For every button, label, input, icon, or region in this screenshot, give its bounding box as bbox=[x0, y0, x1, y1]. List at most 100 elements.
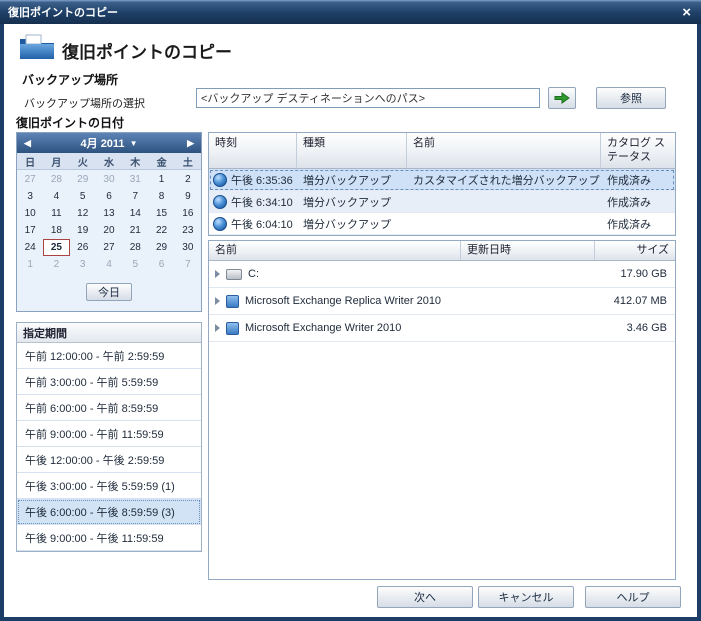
calendar-day[interactable]: 7 bbox=[122, 188, 148, 205]
window-title: 復旧ポイントのコピー bbox=[8, 4, 118, 20]
calendar-day[interactable]: 3 bbox=[17, 188, 43, 205]
browse-button[interactable]: 参照 bbox=[596, 87, 666, 109]
period-item[interactable]: 午前 6:00:00 - 午前 8:59:59 bbox=[17, 395, 201, 421]
period-item[interactable]: 午後 6:00:00 - 午後 8:59:59 (3) bbox=[17, 499, 201, 525]
calendar-day[interactable]: 21 bbox=[122, 222, 148, 239]
prev-month-icon[interactable]: ◀ bbox=[24, 138, 31, 149]
content-name: C: bbox=[248, 268, 259, 280]
calendar-day[interactable]: 6 bbox=[96, 188, 122, 205]
calendar-day[interactable]: 2 bbox=[175, 171, 201, 188]
period-item[interactable]: 午後 12:00:00 - 午後 2:59:59 bbox=[17, 447, 201, 473]
writer-icon bbox=[226, 295, 239, 308]
calendar-day[interactable]: 4 bbox=[96, 256, 122, 273]
column-header-catalog-status[interactable]: カタログ ステータス bbox=[601, 133, 675, 168]
column-header-time[interactable]: 時刻 bbox=[209, 133, 297, 168]
next-month-icon[interactable]: ▶ bbox=[187, 138, 194, 149]
content-row[interactable]: Microsoft Exchange Replica Writer 201041… bbox=[209, 288, 675, 315]
period-item[interactable]: 午前 9:00:00 - 午前 11:59:59 bbox=[17, 421, 201, 447]
calendar-day[interactable]: 29 bbox=[70, 171, 96, 188]
calendar-day[interactable]: 10 bbox=[17, 205, 43, 222]
calendar-day[interactable]: 27 bbox=[17, 171, 43, 188]
calendar-day[interactable]: 27 bbox=[96, 239, 122, 256]
recovery-point-row[interactable]: 午後 6:35:36増分バックアップカスタマイズされた増分バックアップ作成済み bbox=[209, 169, 675, 191]
period-list: 午前 12:00:00 - 午前 2:59:59午前 3:00:00 - 午前 … bbox=[17, 343, 201, 551]
calendar-day[interactable]: 20 bbox=[96, 222, 122, 239]
folder-icon bbox=[18, 32, 56, 62]
period-item[interactable]: 午前 12:00:00 - 午前 2:59:59 bbox=[17, 343, 201, 369]
calendar-day[interactable]: 22 bbox=[148, 222, 174, 239]
calendar-day[interactable]: 29 bbox=[148, 239, 174, 256]
calendar-footer: 今日 bbox=[17, 273, 201, 311]
weekday-label: 土 bbox=[175, 154, 201, 169]
expand-icon[interactable] bbox=[215, 270, 220, 278]
close-icon[interactable]: × bbox=[682, 5, 691, 20]
calendar-day[interactable]: 2 bbox=[43, 256, 69, 273]
calendar-day[interactable]: 7 bbox=[175, 256, 201, 273]
column-header-type[interactable]: 種類 bbox=[297, 133, 407, 168]
cancel-button[interactable]: キャンセル bbox=[478, 586, 574, 608]
calendar-day[interactable]: 12 bbox=[70, 205, 96, 222]
content-row[interactable]: C:17.90 GB bbox=[209, 261, 675, 288]
calendar-day[interactable]: 30 bbox=[175, 239, 201, 256]
catalog-status: 作成済み bbox=[601, 172, 675, 188]
calendar-day[interactable]: 28 bbox=[43, 171, 69, 188]
calendar-day[interactable]: 16 bbox=[175, 205, 201, 222]
period-panel: 指定期間 午前 12:00:00 - 午前 2:59:59午前 3:00:00 … bbox=[16, 322, 202, 552]
next-button[interactable]: 次へ bbox=[377, 586, 473, 608]
column-header-name[interactable]: 名前 bbox=[407, 133, 601, 168]
weekday-label: 月 bbox=[43, 154, 69, 169]
help-button[interactable]: ヘルプ bbox=[585, 586, 681, 608]
footer: 次へ キャンセル ヘルプ bbox=[372, 586, 681, 608]
calendar-day[interactable]: 14 bbox=[122, 205, 148, 222]
calendar-day[interactable]: 24 bbox=[17, 239, 43, 256]
period-item[interactable]: 午後 3:00:00 - 午後 5:59:59 (1) bbox=[17, 473, 201, 499]
calendar-day[interactable]: 26 bbox=[70, 239, 96, 256]
recovery-time-cell: 午後 6:35:36 bbox=[209, 172, 297, 188]
contents-body: C:17.90 GBMicrosoft Exchange Replica Wri… bbox=[209, 261, 675, 342]
recovery-point-row[interactable]: 午後 6:34:10増分バックアップ作成済み bbox=[209, 191, 675, 213]
calendar: ◀ 4月 2011 ▼ ▶ 日月火水木金土 272829303112345678… bbox=[16, 132, 202, 312]
column-header-content-name[interactable]: 名前 bbox=[209, 241, 461, 260]
calendar-day[interactable]: 28 bbox=[122, 239, 148, 256]
recovery-points-body: 午後 6:35:36増分バックアップカスタマイズされた増分バックアップ作成済み午… bbox=[209, 169, 675, 235]
calendar-day[interactable]: 19 bbox=[70, 222, 96, 239]
calendar-day[interactable]: 31 bbox=[122, 171, 148, 188]
recovery-point-row[interactable]: 午後 6:04:10増分バックアップ作成済み bbox=[209, 213, 675, 235]
calendar-day[interactable]: 11 bbox=[43, 205, 69, 222]
calendar-day[interactable]: 15 bbox=[148, 205, 174, 222]
calendar-day[interactable]: 18 bbox=[43, 222, 69, 239]
today-button[interactable]: 今日 bbox=[86, 283, 132, 301]
calendar-day[interactable]: 23 bbox=[175, 222, 201, 239]
content-size: 3.46 GB bbox=[595, 322, 675, 334]
recovery-points-header: 時刻 種類 名前 カタログ ステータス bbox=[209, 133, 675, 169]
content-row[interactable]: Microsoft Exchange Writer 20103.46 GB bbox=[209, 315, 675, 342]
content-name-cell: C: bbox=[209, 268, 461, 280]
calendar-day[interactable]: 13 bbox=[96, 205, 122, 222]
calendar-day[interactable]: 3 bbox=[70, 256, 96, 273]
calendar-day[interactable]: 25 bbox=[43, 239, 69, 256]
period-item[interactable]: 午後 9:00:00 - 午後 11:59:59 bbox=[17, 525, 201, 551]
period-item[interactable]: 午前 3:00:00 - 午前 5:59:59 bbox=[17, 369, 201, 395]
contents-table: 名前 更新日時 サイズ C:17.90 GBMicrosoft Exchange… bbox=[208, 240, 676, 580]
chevron-down-icon[interactable]: ▼ bbox=[130, 139, 138, 148]
calendar-day[interactable]: 4 bbox=[43, 188, 69, 205]
calendar-header: ◀ 4月 2011 ▼ ▶ bbox=[17, 133, 201, 153]
column-header-size[interactable]: サイズ bbox=[595, 241, 675, 260]
calendar-day[interactable]: 9 bbox=[175, 188, 201, 205]
calendar-day[interactable]: 6 bbox=[148, 256, 174, 273]
backup-path-input[interactable] bbox=[196, 88, 540, 108]
calendar-day[interactable]: 30 bbox=[96, 171, 122, 188]
recovery-type: 増分バックアップ bbox=[297, 194, 407, 210]
month-selector[interactable]: 4月 2011 ▼ bbox=[81, 135, 138, 151]
calendar-day[interactable]: 5 bbox=[122, 256, 148, 273]
calendar-day[interactable]: 5 bbox=[70, 188, 96, 205]
column-header-modified[interactable]: 更新日時 bbox=[461, 241, 595, 260]
go-button[interactable] bbox=[548, 87, 576, 109]
dialog-window: 復旧ポイントのコピー × 復旧ポイントのコピー バックアップ場所 バックアップ場… bbox=[0, 0, 701, 621]
expand-icon[interactable] bbox=[215, 297, 220, 305]
calendar-day[interactable]: 1 bbox=[17, 256, 43, 273]
calendar-day[interactable]: 1 bbox=[148, 171, 174, 188]
calendar-day[interactable]: 8 bbox=[148, 188, 174, 205]
expand-icon[interactable] bbox=[215, 324, 220, 332]
calendar-day[interactable]: 17 bbox=[17, 222, 43, 239]
